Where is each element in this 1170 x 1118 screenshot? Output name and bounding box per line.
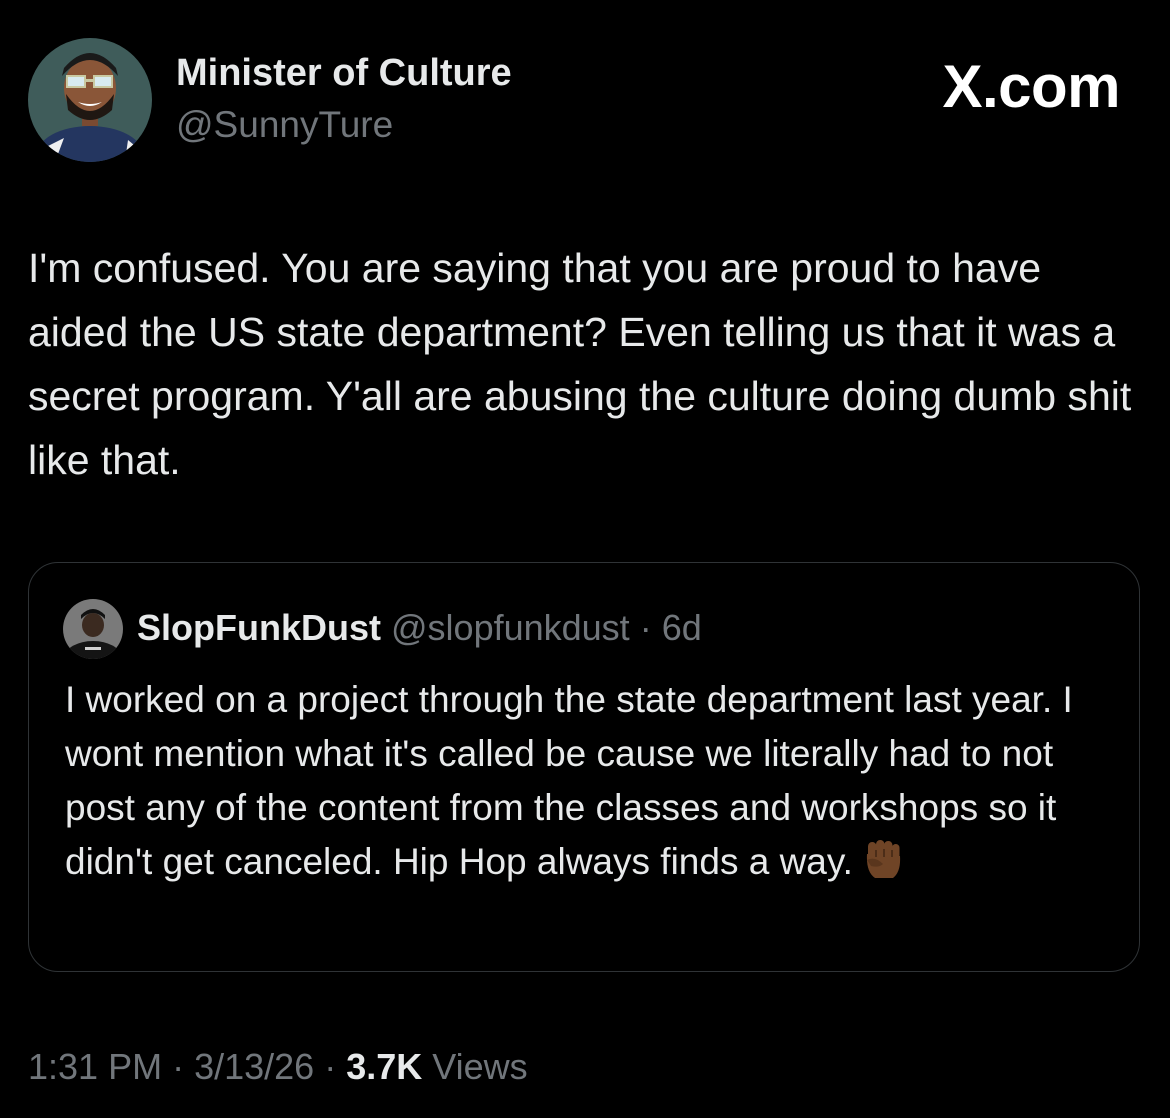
- views-label[interactable]: Views: [432, 1046, 527, 1087]
- quote-text-body: I worked on a project through the state …: [65, 679, 1073, 882]
- quote-author-handle[interactable]: @slopfunkdust: [391, 607, 630, 648]
- footer-separator-2: ·: [314, 1046, 347, 1087]
- author-name[interactable]: Minister of Culture: [176, 52, 512, 95]
- raised-fist-icon: [866, 840, 901, 878]
- brand-watermark: X.com: [942, 53, 1120, 120]
- footer-separator-1: ·: [162, 1046, 195, 1087]
- quote-author-name[interactable]: SlopFunkDust: [137, 607, 381, 648]
- quote-author-avatar[interactable]: [63, 599, 123, 659]
- tweet-date[interactable]: 3/13/26: [194, 1046, 314, 1087]
- author-handle[interactable]: @SunnyTure: [176, 104, 393, 146]
- quoted-tweet-card[interactable]: SlopFunkDust @slopfunkdust · 6d I worked…: [28, 562, 1140, 972]
- quote-avatar-image: [63, 599, 123, 659]
- tweet-time[interactable]: 1:31 PM: [28, 1046, 162, 1087]
- tweet-text: I'm confused. You are saying that you ar…: [28, 245, 1132, 483]
- avatar-image: [28, 38, 152, 162]
- quote-separator: ·: [629, 607, 662, 648]
- author-avatar[interactable]: [28, 38, 152, 162]
- views-count[interactable]: 3.7K: [346, 1046, 422, 1087]
- quote-age[interactable]: 6d: [662, 607, 702, 648]
- quote-text: I worked on a project through the state …: [65, 673, 1115, 889]
- quote-header: SlopFunkDust @slopfunkdust · 6d: [137, 607, 702, 649]
- tweet-footer: 1:31 PM · 3/13/26 · 3.7K Views: [28, 1046, 528, 1088]
